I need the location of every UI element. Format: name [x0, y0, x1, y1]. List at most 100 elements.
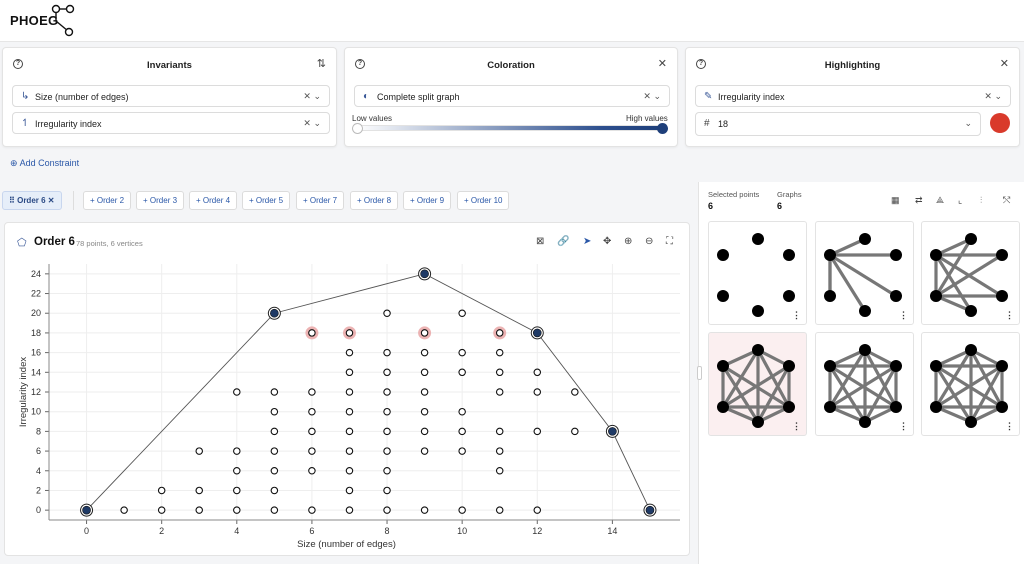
align-icon[interactable]: ⫶	[980, 195, 982, 206]
tab-order-7[interactable]: + Order 7	[296, 191, 345, 210]
data-point[interactable]	[420, 407, 429, 416]
y-invariant-select[interactable]: ↿ Irregularity index ✕ ⌄	[12, 112, 330, 134]
panel-resize-handle[interactable]	[697, 366, 702, 380]
data-point[interactable]	[383, 427, 391, 436]
fullscreen-icon[interactable]: ⛶	[666, 236, 673, 247]
graph-thumbnail[interactable]: ⋮	[815, 332, 914, 436]
data-point[interactable]	[345, 506, 354, 514]
hull-point[interactable]	[82, 505, 91, 515]
tab-order-5[interactable]: + Order 5	[242, 191, 291, 210]
high-slider-handle[interactable]	[657, 123, 668, 134]
data-point[interactable]	[270, 447, 279, 455]
close-icon[interactable]: ✕	[658, 57, 667, 70]
clear-chevron-icon[interactable]: ✕ ⌄	[643, 91, 661, 102]
data-point[interactable]	[533, 388, 542, 396]
data-point[interactable]	[345, 427, 354, 436]
data-point[interactable]	[383, 467, 391, 475]
data-point[interactable]	[420, 348, 429, 357]
data-point[interactable]	[571, 427, 579, 436]
clear-chevron-icon[interactable]: ✕ ⌄	[303, 118, 321, 129]
tab-order-10[interactable]: + Order 10	[457, 191, 510, 210]
swap-axes-icon[interactable]: ⇅	[317, 57, 326, 70]
chevron-down-icon[interactable]: ⌄	[964, 118, 972, 129]
data-point[interactable]	[270, 467, 279, 475]
drag-handle-icon[interactable]: ⠿	[9, 196, 15, 205]
tab-order-3[interactable]: + Order 3	[136, 191, 185, 210]
link-icon[interactable]: 🔗	[557, 236, 569, 247]
data-point[interactable]	[195, 486, 203, 495]
data-point[interactable]	[495, 506, 504, 514]
tab-order-9[interactable]: + Order 9	[403, 191, 452, 210]
data-point[interactable]	[233, 506, 241, 514]
more-options-icon[interactable]: ⋮	[792, 310, 801, 321]
data-point[interactable]	[233, 388, 241, 396]
data-point[interactable]	[458, 368, 466, 377]
clear-selection-icon[interactable]: ⊠	[536, 236, 544, 247]
data-point[interactable]	[383, 486, 391, 495]
data-point[interactable]	[495, 348, 504, 357]
data-point[interactable]	[308, 506, 316, 514]
data-point[interactable]	[458, 348, 466, 357]
data-point[interactable]	[420, 329, 429, 337]
close-icon[interactable]: ✕	[48, 196, 55, 205]
data-point[interactable]	[270, 388, 279, 396]
x-invariant-select[interactable]: ↳ Size (number of edges) ✕ ⌄	[12, 85, 330, 107]
graph-thumbnail[interactable]: ⋮	[921, 332, 1020, 436]
tab-order-8[interactable]: + Order 8	[350, 191, 399, 210]
data-point[interactable]	[345, 329, 354, 337]
data-point[interactable]	[308, 388, 316, 396]
data-point[interactable]	[495, 447, 504, 455]
data-point[interactable]	[157, 486, 166, 495]
data-point[interactable]	[345, 368, 354, 377]
zoom-in-icon[interactable]: ⊕	[624, 236, 632, 247]
close-icon[interactable]: ✕	[1000, 57, 1009, 70]
data-point[interactable]	[495, 388, 504, 396]
data-point[interactable]	[308, 427, 316, 436]
data-point[interactable]	[383, 388, 391, 396]
scatter-chart[interactable]: 0246810121416182022240 2 4 6 8 10 12 14Size (nu…	[4, 252, 690, 562]
data-point[interactable]	[495, 368, 504, 377]
pan-icon[interactable]: ✥	[603, 236, 611, 247]
zoom-out-icon[interactable]: ⊖	[645, 236, 653, 247]
layout-icon[interactable]: ⟁	[936, 195, 944, 206]
data-point[interactable]	[270, 486, 279, 495]
tab-order-4[interactable]: + Order 4	[189, 191, 238, 210]
data-point[interactable]	[420, 388, 429, 396]
phoeg-logo[interactable]: PHOEG	[10, 3, 80, 39]
data-point[interactable]	[308, 329, 316, 337]
data-point[interactable]	[345, 447, 354, 455]
data-point[interactable]	[308, 467, 316, 475]
data-point[interactable]	[383, 407, 391, 416]
data-point[interactable]	[308, 407, 316, 416]
data-point[interactable]	[571, 388, 579, 396]
data-point[interactable]	[458, 506, 466, 514]
data-point[interactable]	[383, 368, 391, 377]
data-point[interactable]	[233, 486, 241, 495]
tab-order-2[interactable]: + Order 2	[83, 191, 132, 210]
hull-point[interactable]	[608, 427, 617, 436]
data-point[interactable]	[495, 329, 504, 337]
more-options-icon[interactable]: ⋮	[1005, 310, 1014, 321]
data-point[interactable]	[345, 388, 354, 396]
more-options-icon[interactable]: ⋮	[899, 421, 908, 432]
data-point[interactable]	[458, 407, 466, 416]
data-point[interactable]	[533, 506, 542, 514]
grid-view-icon[interactable]: ▦	[891, 195, 900, 206]
data-point[interactable]	[270, 506, 279, 514]
data-point[interactable]	[233, 447, 241, 455]
data-point[interactable]	[420, 506, 429, 514]
data-point[interactable]	[383, 348, 391, 357]
data-point[interactable]	[383, 506, 391, 514]
highlight-invariant-select[interactable]: ✎ Irregularity index ✕ ⌄	[695, 85, 1011, 107]
data-point[interactable]	[495, 427, 504, 436]
data-point[interactable]	[195, 447, 203, 455]
more-options-icon[interactable]: ⋮	[792, 421, 801, 432]
more-options-icon[interactable]: ⋮	[1005, 421, 1014, 432]
hull-point[interactable]	[645, 505, 655, 515]
data-point[interactable]	[308, 447, 316, 455]
data-point[interactable]	[270, 427, 279, 436]
data-point[interactable]	[533, 427, 542, 436]
data-point[interactable]	[270, 407, 279, 416]
data-point[interactable]	[345, 467, 354, 475]
clear-chevron-icon[interactable]: ✕ ⌄	[984, 91, 1002, 102]
